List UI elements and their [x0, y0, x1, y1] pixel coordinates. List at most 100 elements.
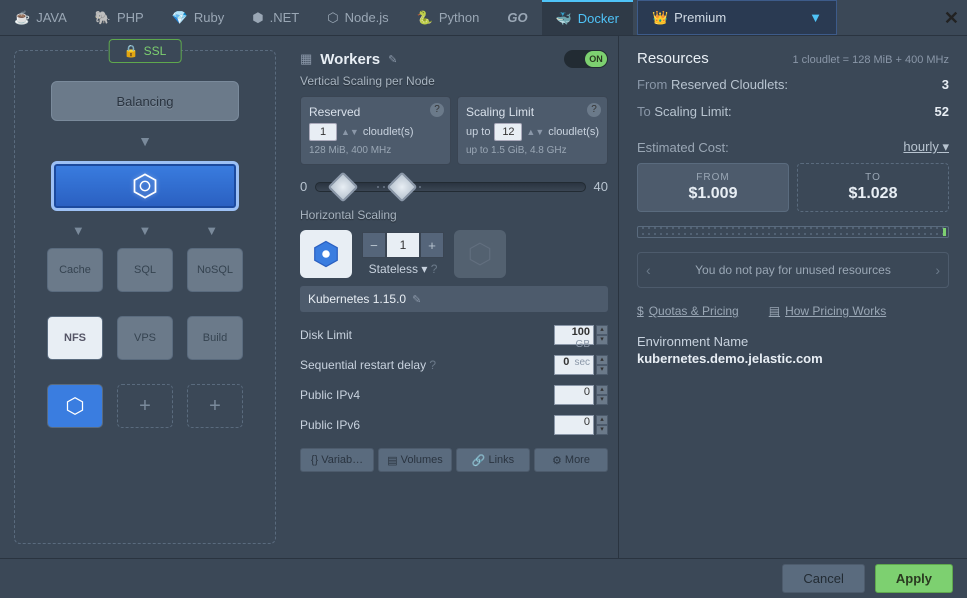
tab-go[interactable]: GO: [493, 0, 541, 35]
edit-icon[interactable]: ✎: [388, 53, 397, 66]
apply-button[interactable]: Apply: [875, 564, 953, 593]
tab-node[interactable]: ⬡Node.js: [313, 0, 402, 35]
ssl-badge[interactable]: 🔒 SSL: [109, 39, 182, 63]
estimated-cost-label: Estimated Cost:: [637, 140, 729, 155]
more-button[interactable]: ⚙More: [534, 448, 608, 472]
tab-php[interactable]: 🐘PHP: [81, 0, 158, 35]
horizontal-scaling-label: Horizontal Scaling: [300, 208, 608, 222]
volumes-button[interactable]: ▤Volumes: [378, 448, 452, 472]
reserved-card: ? Reserved 1 ▲▼ cloudlet(s) 128 MiB, 400…: [300, 96, 451, 165]
links-button[interactable]: 🔗Links: [456, 448, 530, 472]
help-icon[interactable]: ?: [430, 103, 444, 117]
reserved-cloudlets-input[interactable]: 1: [309, 123, 337, 141]
close-icon[interactable]: ✕: [944, 8, 959, 29]
gear-icon: ⚙: [552, 454, 562, 467]
spinner-icon[interactable]: ▲▼: [341, 127, 359, 137]
scaling-limit-card: ? Scaling Limit up to 12 ▲▼ cloudlet(s) …: [457, 96, 608, 165]
ipv4-label: Public IPv4: [300, 388, 360, 402]
cancel-button[interactable]: Cancel: [782, 564, 864, 593]
add-node-button[interactable]: +: [117, 384, 173, 428]
extra-k8s-node[interactable]: [47, 384, 103, 428]
tab-python[interactable]: 🐍Python: [403, 0, 494, 35]
nosql-node[interactable]: NoSQL: [187, 248, 243, 292]
disk-limit-input[interactable]: 100 GB: [554, 325, 594, 345]
help-icon[interactable]: ?: [429, 358, 436, 372]
cache-node[interactable]: Cache: [47, 248, 103, 292]
braces-icon: {}: [311, 454, 318, 466]
cost-usage-bar: [637, 226, 949, 238]
disk-limit-label: Disk Limit: [300, 328, 352, 342]
disk-icon: ▤: [387, 454, 397, 467]
carousel-next[interactable]: ›: [935, 262, 940, 278]
tab-dotnet[interactable]: ⬢.NET: [238, 0, 313, 35]
kubernetes-icon: [65, 396, 85, 416]
spinner-icon[interactable]: ▲▼: [526, 127, 544, 137]
node-type-icon[interactable]: [300, 230, 352, 278]
cost-period-dropdown[interactable]: hourly ▾: [903, 139, 949, 155]
topology-panel: 🔒 SSL Balancing ▼ ▼ ▼ ▼ Cache SQL NoSQL …: [14, 50, 276, 544]
resources-title: Resources: [637, 50, 709, 67]
help-icon[interactable]: ?: [587, 103, 601, 117]
edit-icon[interactable]: ✎: [412, 293, 421, 306]
lock-icon: 🔒: [124, 44, 139, 58]
kubernetes-icon: [467, 241, 493, 267]
slider-thumb-reserved[interactable]: [328, 171, 359, 202]
balancing-node[interactable]: Balancing: [51, 81, 239, 121]
grid-icon: ▦: [300, 51, 312, 67]
env-name-value: kubernetes.demo.jelastic.com: [637, 351, 949, 366]
reserved-cloudlets-value: 3: [942, 77, 949, 92]
arrow-down-icon: ▼: [139, 223, 152, 238]
decrement-button[interactable]: −: [362, 232, 386, 258]
limit-cloudlets-input[interactable]: 12: [494, 123, 522, 141]
quotas-link[interactable]: $Quotas & Pricing: [637, 304, 739, 318]
spinner-icon[interactable]: ▴▾: [596, 325, 608, 345]
help-icon[interactable]: ?: [431, 262, 438, 276]
ipv4-input[interactable]: 0: [554, 385, 594, 405]
tab-java[interactable]: ☕JAVA: [0, 0, 81, 35]
workers-node[interactable]: [51, 161, 239, 211]
cloudlet-ratio: 1 cloudlet = 128 MiB + 400 MHz: [792, 54, 949, 66]
vertical-scaling-label: Vertical Scaling per Node: [300, 74, 608, 88]
scaling-limit-value: 52: [935, 104, 949, 119]
sql-node[interactable]: SQL: [117, 248, 173, 292]
slider-thumb-limit[interactable]: [387, 171, 418, 202]
slider-max: 40: [594, 179, 608, 194]
pricing-link[interactable]: ▤How Pricing Works: [769, 304, 886, 318]
workers-title: Workers: [320, 51, 380, 68]
platform-tabs: ☕JAVA 🐘PHP 💎Ruby ⬢.NET ⬡Node.js 🐍Python …: [0, 0, 967, 36]
arrow-down-icon: ▼: [25, 133, 265, 149]
workers-toggle[interactable]: ON: [564, 50, 608, 68]
spinner-icon[interactable]: ▴▾: [596, 355, 608, 375]
cost-from-card: FROM $1.009: [637, 163, 789, 212]
kubernetes-icon: [311, 239, 341, 269]
info-carousel: ‹ You do not pay for unused resources ›: [637, 252, 949, 288]
restart-delay-label: Sequential restart delay: [300, 358, 426, 372]
premium-dropdown[interactable]: 👑Premium ▼: [637, 0, 837, 35]
ipv6-label: Public IPv6: [300, 418, 360, 432]
vps-node[interactable]: VPS: [117, 316, 173, 360]
increment-button[interactable]: +: [420, 232, 444, 258]
carousel-prev[interactable]: ‹: [646, 262, 651, 278]
tab-ruby[interactable]: 💎Ruby: [158, 0, 239, 35]
arrow-down-icon: ▼: [205, 223, 218, 238]
document-icon: ▤: [769, 304, 780, 318]
spinner-icon[interactable]: ▴▾: [596, 385, 608, 405]
link-icon: 🔗: [472, 454, 486, 467]
spinner-icon[interactable]: ▴▾: [596, 415, 608, 435]
chevron-down-icon: ▾: [942, 139, 949, 154]
cloudlet-slider[interactable]: [315, 182, 585, 192]
tab-docker[interactable]: 🐳Docker: [542, 0, 633, 35]
node-type-secondary[interactable]: [454, 230, 506, 278]
cost-to-card: TO $1.028: [797, 163, 949, 212]
variables-button[interactable]: {}Variab…: [300, 448, 374, 472]
scaling-mode-dropdown[interactable]: Stateless ▾ ?: [362, 262, 444, 276]
node-count-input[interactable]: [386, 232, 420, 258]
build-node[interactable]: Build: [187, 316, 243, 360]
add-node-button[interactable]: +: [187, 384, 243, 428]
ipv6-input[interactable]: 0: [554, 415, 594, 435]
nfs-node[interactable]: NFS: [47, 316, 103, 360]
restart-delay-input[interactable]: 0 sec: [554, 355, 594, 375]
kubernetes-icon: [131, 172, 159, 200]
version-selector[interactable]: Kubernetes 1.15.0 ✎: [300, 286, 608, 312]
dollar-icon: $: [637, 304, 644, 318]
